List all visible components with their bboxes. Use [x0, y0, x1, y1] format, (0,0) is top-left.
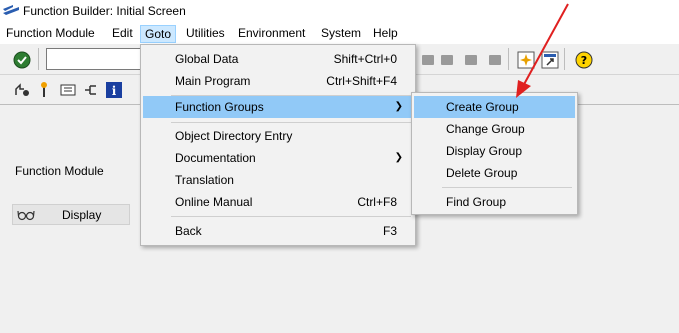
toolbar-separator	[564, 48, 565, 70]
menu-item-label: Translation	[175, 173, 234, 187]
menu-item-change-group[interactable]: Change Group	[414, 118, 575, 140]
display-button-label: Display	[62, 208, 102, 222]
menu-separator	[442, 187, 572, 188]
menu-edit[interactable]: Edit	[108, 25, 137, 43]
where-used-icon[interactable]	[58, 80, 78, 100]
command-field[interactable]	[46, 48, 146, 70]
toolbar-separator	[508, 48, 509, 70]
next-page-icon[interactable]	[461, 50, 481, 70]
hierarchy-icon[interactable]	[81, 80, 101, 100]
menu-item-create-group[interactable]: Create Group	[414, 96, 575, 118]
menu-item-documentation[interactable]: Documentation ❯	[143, 147, 413, 169]
toolbar-separator	[38, 48, 39, 70]
menu-item-display-group[interactable]: Display Group	[414, 140, 575, 162]
menu-separator	[171, 216, 411, 217]
menu-utilities[interactable]: Utilities	[182, 25, 229, 43]
menu-item-shortcut: Shift+Ctrl+0	[333, 52, 397, 66]
help-icon[interactable]: ?	[574, 50, 594, 70]
menu-item-label: Function Groups	[175, 100, 264, 114]
menu-item-translation[interactable]: Translation	[143, 169, 413, 191]
enter-check-icon[interactable]	[12, 50, 32, 70]
other-object-icon[interactable]	[12, 80, 32, 100]
svg-text:i: i	[112, 84, 117, 98]
menu-item-online-manual[interactable]: Online Manual Ctrl+F8	[143, 191, 413, 213]
menu-goto[interactable]: Goto	[140, 25, 177, 43]
function-groups-submenu: Create Group Change Group Display Group …	[411, 92, 578, 215]
menu-item-shortcut: Ctrl+F8	[357, 195, 397, 209]
function-module-label: Function Module	[15, 164, 104, 178]
info-icon[interactable]: i	[104, 80, 124, 100]
menu-item-shortcut: F3	[382, 224, 397, 238]
window-title: Function Builder: Initial Screen	[23, 4, 186, 18]
menu-bar: Function Module Edit Goto Utilities Envi…	[0, 22, 679, 44]
menu-item-label: Display Group	[446, 144, 523, 158]
menu-function-module[interactable]: Function Module	[2, 25, 99, 43]
sap-logo-icon	[3, 5, 19, 15]
menu-item-label: Object Directory Entry	[175, 129, 293, 143]
menu-environment[interactable]: Environment	[234, 25, 309, 43]
display-button[interactable]: Display	[12, 204, 130, 225]
menu-item-find-group[interactable]: Find Group	[414, 191, 575, 213]
title-bar: Function Builder: Initial Screen	[0, 0, 679, 22]
menu-item-back[interactable]: Back F3	[143, 220, 413, 242]
svg-text:?: ?	[581, 54, 587, 67]
goto-menu: Global Data Shift+Ctrl+0 Main Program Ct…	[140, 44, 416, 246]
chevron-right-icon: ❯	[394, 152, 403, 163]
shortcut-icon[interactable]	[540, 50, 560, 70]
previous-page-icon[interactable]	[437, 50, 457, 70]
menu-item-label: Change Group	[446, 122, 525, 136]
menu-item-label: Documentation	[175, 151, 256, 165]
create-session-icon[interactable]	[516, 50, 536, 70]
test-icon[interactable]	[34, 80, 54, 100]
menu-item-label: Online Manual	[175, 195, 253, 209]
menu-item-label: Create Group	[446, 100, 519, 114]
menu-item-label: Back	[175, 224, 202, 238]
menu-system[interactable]: System	[317, 25, 365, 43]
glasses-icon	[17, 210, 35, 221]
menu-item-label: Main Program	[175, 74, 251, 88]
menu-item-shortcut: Ctrl+Shift+F4	[326, 74, 397, 88]
chevron-right-icon: ❯	[394, 101, 403, 112]
menu-item-label: Delete Group	[446, 166, 518, 180]
menu-item-global-data[interactable]: Global Data Shift+Ctrl+0	[143, 48, 413, 70]
last-page-icon[interactable]	[485, 50, 505, 70]
menu-help[interactable]: Help	[369, 25, 402, 43]
first-page-icon[interactable]	[418, 50, 438, 70]
menu-item-main-program[interactable]: Main Program Ctrl+Shift+F4	[143, 70, 413, 92]
menu-item-object-directory-entry[interactable]: Object Directory Entry	[143, 125, 413, 147]
menu-item-delete-group[interactable]: Delete Group	[414, 162, 575, 184]
menu-item-function-groups[interactable]: Function Groups ❯	[143, 96, 413, 118]
menu-item-label: Global Data	[175, 52, 239, 66]
menu-item-label: Find Group	[446, 195, 507, 209]
menu-separator	[171, 122, 411, 123]
